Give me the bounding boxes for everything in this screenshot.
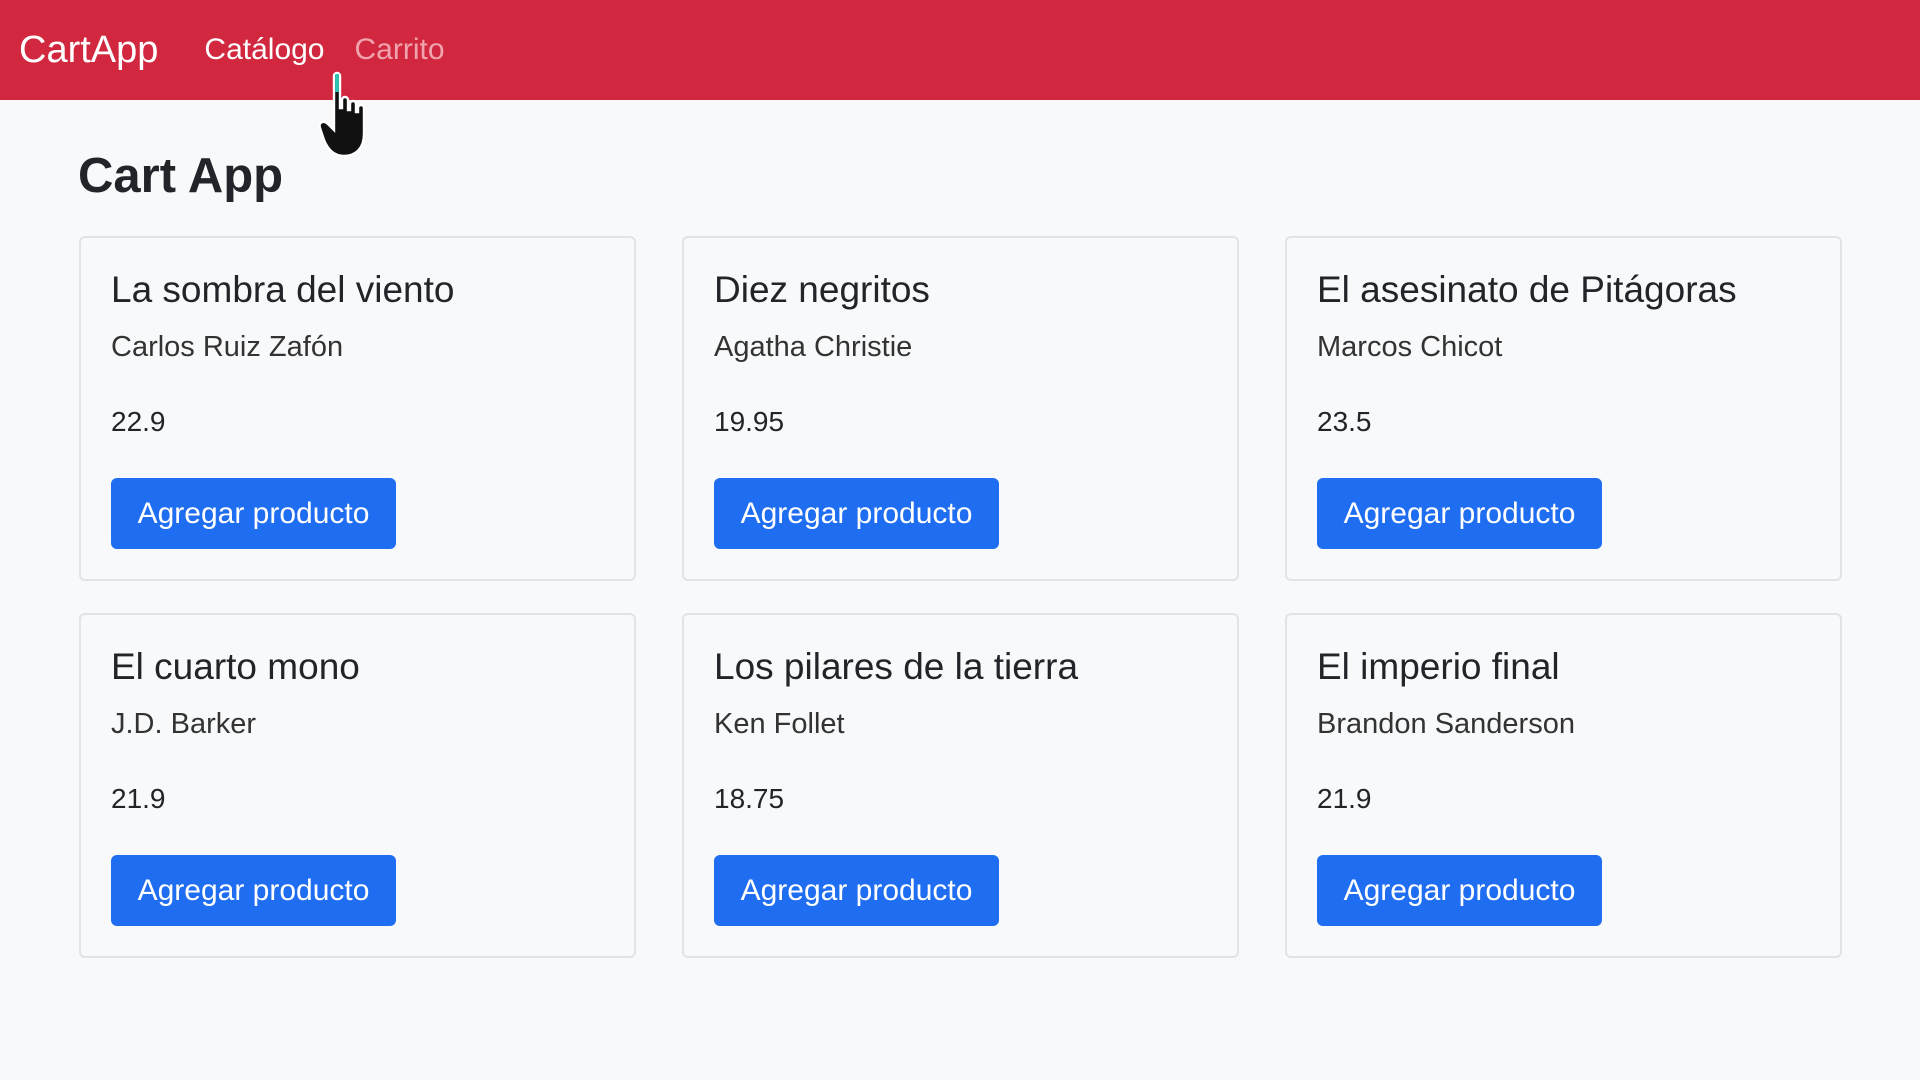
product-card: Los pilares de la tierra Ken Follet 18.7…: [682, 613, 1239, 958]
product-card: El imperio final Brandon Sanderson 21.9 …: [1285, 613, 1842, 958]
product-price: 21.9: [111, 783, 166, 814]
add-product-button[interactable]: Agregar producto: [714, 855, 999, 926]
add-product-button[interactable]: Agregar producto: [714, 478, 999, 549]
product-card: La sombra del viento Carlos Ruiz Zafón 2…: [79, 236, 636, 581]
product-price: 22.9: [111, 406, 166, 437]
brand-link[interactable]: CartApp: [19, 29, 158, 72]
product-author: Agatha Christie: [714, 331, 913, 363]
add-product-button[interactable]: Agregar producto: [1317, 855, 1602, 926]
product-title: El imperio final: [1317, 646, 1560, 687]
nav-link-carrito[interactable]: Carrito: [355, 33, 445, 67]
product-title: La sombra del viento: [111, 269, 455, 310]
product-title: Diez negritos: [714, 269, 930, 310]
product-title: El asesinato de Pitágoras: [1317, 269, 1737, 310]
add-product-button[interactable]: Agregar producto: [1317, 478, 1602, 549]
page-title: Cart App: [78, 149, 284, 203]
add-product-button[interactable]: Agregar producto: [111, 478, 396, 549]
product-title: Los pilares de la tierra: [714, 646, 1079, 687]
product-card: El asesinato de Pitágoras Marcos Chicot …: [1285, 236, 1842, 581]
product-grid: La sombra del viento Carlos Ruiz Zafón 2…: [79, 236, 1843, 958]
product-price: 21.9: [1317, 783, 1372, 814]
product-title: El cuarto mono: [111, 646, 360, 687]
product-card: Diez negritos Agatha Christie 19.95 Agre…: [682, 236, 1239, 581]
add-product-button[interactable]: Agregar producto: [111, 855, 396, 926]
product-price: 19.95: [714, 406, 785, 437]
product-author: Marcos Chicot: [1317, 331, 1503, 363]
nav-link-catalogo[interactable]: Catálogo: [204, 33, 324, 67]
product-price: 18.75: [714, 783, 785, 814]
product-author: Brandon Sanderson: [1317, 708, 1575, 740]
product-price: 23.5: [1317, 406, 1372, 437]
navbar: CartApp Catálogo Carrito: [0, 0, 1920, 100]
product-author: Carlos Ruiz Zafón: [111, 331, 344, 363]
product-author: J.D. Barker: [111, 708, 257, 740]
product-author: Ken Follet: [714, 708, 845, 740]
product-card: El cuarto mono J.D. Barker 21.9 Agregar …: [79, 613, 636, 958]
